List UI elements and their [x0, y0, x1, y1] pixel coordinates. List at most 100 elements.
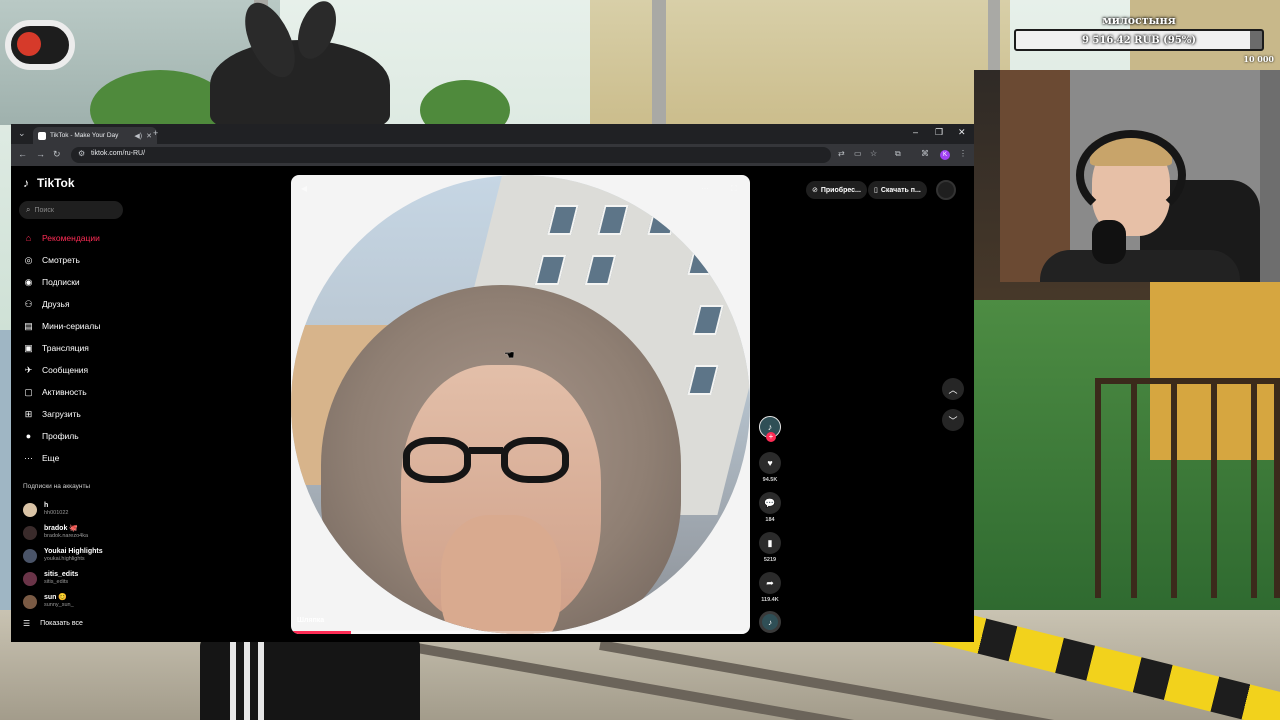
- sidebar-item-live[interactable]: ▣ Трансляция: [23, 337, 100, 359]
- home-icon: ⌂: [25, 233, 32, 243]
- tab-tiktok[interactable]: TikTok - Make Your Day ◀) ✕: [33, 127, 157, 144]
- get-coins-button[interactable]: ⊘ Приобрес...: [806, 181, 867, 199]
- video-progress-bar[interactable]: [291, 631, 750, 634]
- previous-video-button[interactable]: ︿: [942, 378, 964, 400]
- search-placeholder: Поиск: [34, 206, 54, 214]
- messages-icon: ✈: [24, 364, 33, 375]
- list-item[interactable]: sun 😊 sunny_sun_: [23, 590, 103, 613]
- share-button[interactable]: ➦: [759, 572, 781, 594]
- search-input[interactable]: ⌕ Поиск: [19, 201, 123, 219]
- heart-icon: ♥: [767, 458, 773, 468]
- background-fence: [1095, 378, 1280, 598]
- list-item[interactable]: bradok 🐙 bradok.narezo4ka: [23, 521, 103, 544]
- avatar: [23, 594, 37, 609]
- list-item[interactable]: sitis_edits sitis_edits: [23, 567, 103, 590]
- mouse-cursor-icon: ☚: [504, 348, 515, 362]
- comment-button[interactable]: 💬: [759, 492, 781, 514]
- extension-icon[interactable]: ⌘: [921, 149, 929, 158]
- close-window-icon[interactable]: ✕: [958, 127, 966, 138]
- tiktok-logo[interactable]: ♪ TikTok: [23, 176, 75, 190]
- forward-icon[interactable]: →: [36, 149, 45, 159]
- bookmark-star-icon[interactable]: ☆: [870, 149, 877, 158]
- show-all-label: Показать все: [40, 620, 83, 627]
- sidebar-item-mini-series[interactable]: ▤ Мини-сериалы: [23, 315, 100, 337]
- follow-plus-icon[interactable]: +: [766, 432, 776, 442]
- account-handle: sitis_edits: [44, 579, 69, 585]
- video-caption: Шляпка: [297, 617, 325, 624]
- like-count: 94.5K: [762, 477, 778, 483]
- show-all-button[interactable]: ☰ Показать все: [23, 619, 83, 628]
- address-bar: ← → ↻ ⚙ tiktok.com/ru-RU/ ⇄ ▭ ☆ ⧉ ⌘ K ⋮: [11, 144, 974, 166]
- sidebar-item-more[interactable]: ··· Еще: [23, 447, 100, 469]
- sidebar-item-label: Сообщения: [42, 365, 89, 375]
- account-handle: youkai.highlights: [44, 556, 85, 562]
- sidebar-item-watch[interactable]: ◎ Смотреть: [23, 249, 100, 271]
- user-avatar[interactable]: [936, 180, 956, 200]
- account-name: bradok 🐙: [44, 525, 78, 532]
- sidebar-item-messages[interactable]: ✈ Сообщения: [23, 359, 100, 381]
- tab-audio-icon[interactable]: ◀): [134, 132, 142, 140]
- tab-close-icon[interactable]: ✕: [146, 132, 152, 140]
- url-field[interactable]: ⚙ tiktok.com/ru-RU/: [71, 147, 831, 163]
- restore-icon[interactable]: ❐: [935, 127, 943, 138]
- tab-bar: ⌄ TikTok - Make Your Day ◀) ✕ + – ❐ ✕: [11, 124, 974, 144]
- music-disc[interactable]: ♪: [759, 611, 781, 633]
- tiktok-page: ♪ TikTok ⌕ Поиск ⌂ Рекомендации ◎ Смотре…: [11, 166, 974, 642]
- donation-goal-value: 10 000: [1243, 54, 1274, 64]
- profile-avatar[interactable]: K: [940, 150, 950, 160]
- sidebar-item-profile[interactable]: ● Профиль: [23, 425, 100, 447]
- back-icon[interactable]: ←: [18, 149, 27, 159]
- account-handle: hh001022: [44, 510, 69, 516]
- list-icon: ☰: [23, 619, 31, 628]
- video-progress-fill: [291, 631, 351, 634]
- fullscreen-icon[interactable]: ⛶: [731, 184, 737, 194]
- following-accounts-title: Подписки на аккаунты: [23, 483, 91, 490]
- download-app-button[interactable]: ▯ Скачать п...: [868, 181, 927, 199]
- upload-icon: ⊞: [24, 408, 33, 419]
- donation-goal-widget: милостыня 9 516.42 RUB (95%) 10 000: [1014, 10, 1280, 70]
- webcam-streamer-body: [1040, 250, 1240, 282]
- site-info-icon[interactable]: ⚙: [78, 149, 85, 158]
- next-video-button[interactable]: ﹀: [942, 409, 964, 431]
- list-item[interactable]: h hh001022: [23, 498, 103, 521]
- list-item[interactable]: Youkai Highlights youkai.highlights: [23, 544, 103, 567]
- sidebar-item-friends[interactable]: ⚇ Друзья: [23, 293, 100, 315]
- reload-icon[interactable]: ↻: [53, 149, 61, 160]
- sidebar-item-following[interactable]: ◉ Подписки: [23, 271, 100, 293]
- tab-search-icon[interactable]: ⌄: [18, 128, 26, 139]
- tiktok-note-icon: ♪: [23, 175, 29, 190]
- cast-icon[interactable]: ▭: [854, 149, 862, 158]
- video-actions: ♪ + ♥ 94.5K 💬 184 ▮ 5219 ➦ 119.4K ♪: [757, 416, 783, 633]
- video-more-icon[interactable]: ···: [701, 184, 709, 193]
- save-button[interactable]: ▮: [759, 532, 781, 554]
- comment-icon: 💬: [764, 497, 776, 508]
- webcam-headset: [1076, 130, 1186, 220]
- tiktok-favicon-icon: [38, 131, 46, 140]
- minimize-icon[interactable]: –: [913, 127, 918, 137]
- like-button[interactable]: ♥: [759, 452, 781, 474]
- sidebar-nav: ⌂ Рекомендации ◎ Смотреть ◉ Подписки ⚇ Д…: [23, 227, 100, 469]
- avatar: [23, 571, 37, 586]
- volume-icon[interactable]: ◀: [301, 184, 307, 193]
- author-avatar[interactable]: ♪ +: [759, 416, 781, 442]
- more-icon: ···: [24, 453, 33, 463]
- following-accounts-list: h hh001022 bradok 🐙 bradok.narezo4ka Youka…: [23, 498, 103, 613]
- video-circle-frame: [291, 175, 750, 634]
- chevron-down-icon: ﹀: [948, 415, 958, 426]
- video-glasses-bridge: [469, 447, 503, 454]
- new-tab-icon[interactable]: +: [153, 128, 158, 138]
- video-player[interactable]: ◀ ··· ⛶ Шляпка ☚: [291, 175, 750, 634]
- browser-menu-icon[interactable]: ⋮: [959, 149, 967, 158]
- sidebar-item-label: Профиль: [42, 431, 79, 441]
- activity-icon: ▢: [24, 386, 33, 397]
- coin-icon: ⊘: [812, 187, 818, 194]
- background-pole: [652, 0, 666, 125]
- sidebar-item-upload[interactable]: ⊞ Загрузить: [23, 403, 100, 425]
- account-name: h: [44, 502, 49, 509]
- sidebar-item-activity[interactable]: ▢ Активность: [23, 381, 100, 403]
- get-coins-label: Приобрес...: [820, 186, 861, 194]
- sidebar-item-label: Активность: [42, 387, 87, 397]
- sidebar-item-recommendations[interactable]: ⌂ Рекомендации: [23, 227, 100, 249]
- translate-icon[interactable]: ⇄: [838, 149, 845, 158]
- extensions-icon[interactable]: ⧉: [895, 149, 901, 159]
